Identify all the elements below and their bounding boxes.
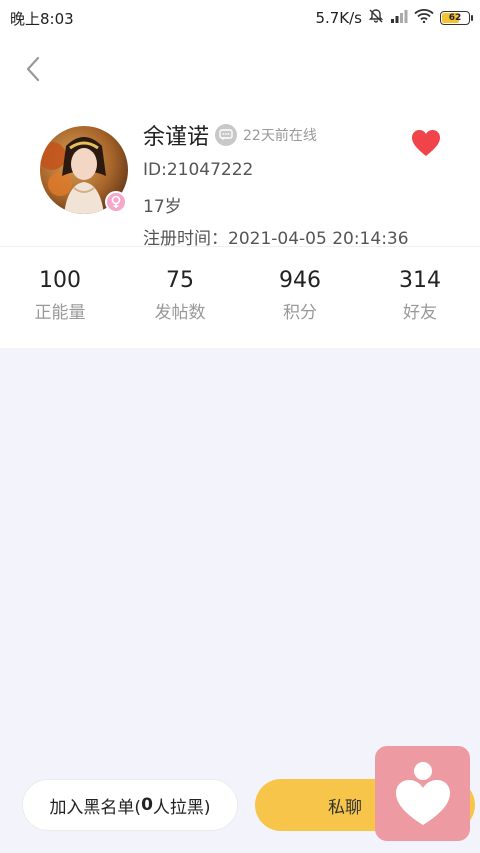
name-row: 余谨诺 22天前在线	[143, 120, 317, 150]
stat-value: 75	[166, 268, 194, 293]
battery-level: 62	[448, 13, 462, 23]
stat-label: 发帖数	[154, 303, 206, 323]
status-bar: 晚上8:03 5.7K/s 62	[0, 0, 480, 36]
user-id: ID:21047222	[143, 160, 254, 180]
status-icons: 5.7K/s 62	[315, 8, 473, 28]
stat-points[interactable]: 946 积分	[240, 266, 360, 336]
user-name: 余谨诺	[143, 125, 210, 150]
stat-value: 946	[279, 268, 321, 293]
chevron-left-icon	[26, 56, 40, 82]
stat-label: 好友	[403, 303, 437, 323]
stat-value: 100	[39, 268, 81, 293]
user-age: 17岁	[143, 197, 182, 217]
follow-heart-button[interactable]	[410, 128, 442, 158]
signal-icon	[390, 9, 408, 27]
stat-value: 314	[399, 268, 441, 293]
add-to-blacklist-button[interactable]: 加入黑名单(0 人拉黑)	[22, 779, 238, 831]
blacklist-prefix: 加入黑名单(	[49, 797, 142, 818]
blacklist-suffix: 人拉黑)	[152, 797, 211, 818]
heart-icon	[412, 130, 440, 156]
chat-bubble-icon	[215, 124, 238, 146]
stat-label: 正能量	[34, 303, 86, 323]
floating-widget[interactable]	[375, 746, 470, 841]
blacklist-count: 0	[141, 795, 153, 815]
status-time: 晚上8:03	[10, 9, 74, 28]
back-button[interactable]	[16, 52, 50, 86]
stats-row: 100 正能量 75 发帖数 946 积分 314 好友	[0, 266, 480, 336]
person-heart-icon	[395, 761, 450, 825]
online-status: 22天前在线	[243, 128, 317, 144]
stat-label: 积分	[283, 303, 317, 323]
private-chat-label: 私聊	[328, 797, 362, 818]
wifi-icon	[414, 9, 434, 27]
mute-icon	[368, 8, 384, 28]
stat-posts[interactable]: 75 发帖数	[120, 266, 240, 336]
female-gender-icon	[105, 191, 127, 213]
stat-friends[interactable]: 314 好友	[360, 266, 480, 336]
network-speed: 5.7K/s	[315, 9, 362, 27]
profile-header: 余谨诺 22天前在线 ID:21047222 17岁 注册时间：2021-04-…	[0, 36, 480, 348]
battery-icon: 62	[440, 11, 473, 25]
stat-energy[interactable]: 100 正能量	[0, 266, 120, 336]
divider	[0, 246, 480, 247]
